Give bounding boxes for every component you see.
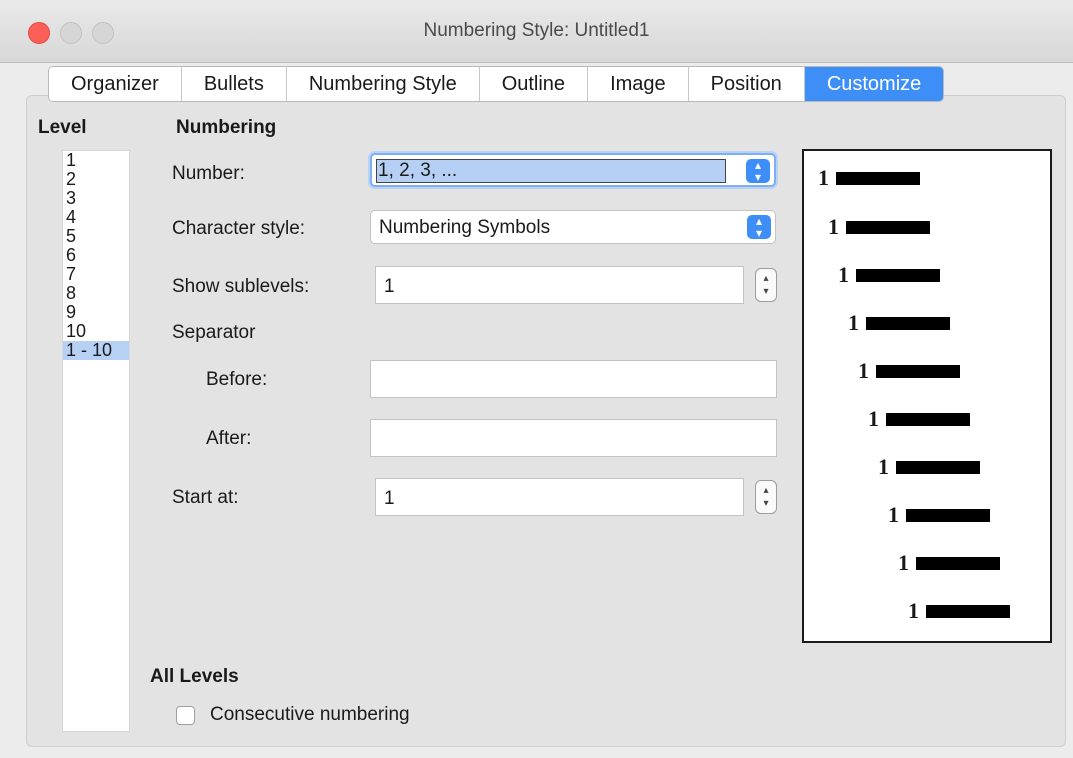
preview-bar xyxy=(836,172,920,185)
separator-label: Separator xyxy=(172,322,256,343)
character-style-value: Numbering Symbols xyxy=(379,217,551,238)
level-item[interactable]: 1 xyxy=(63,151,129,170)
tab-bar: Organizer Bullets Numbering Style Outlin… xyxy=(48,66,945,102)
preview-bar xyxy=(926,605,1010,618)
start-at-stepper-icon[interactable]: ▴ ▾ xyxy=(755,480,777,514)
preview-bar xyxy=(876,365,960,378)
preview-number: 1 xyxy=(878,454,889,479)
preview-bar xyxy=(886,413,970,426)
title-bar: Numbering Style: Untitled1 xyxy=(0,0,1073,63)
show-sublevels-stepper-icon[interactable]: ▴ ▾ xyxy=(755,268,777,302)
level-item[interactable]: 5 xyxy=(63,227,129,246)
level-item-selected[interactable]: 1 - 10 xyxy=(63,341,129,360)
chevron-up-down-icon: ▴ ▾ xyxy=(746,159,770,183)
preview-bar xyxy=(906,509,990,522)
preview-bar xyxy=(856,269,940,282)
level-item[interactable]: 2 xyxy=(63,170,129,189)
show-sublevels-label: Show sublevels: xyxy=(172,276,310,297)
preview-bar xyxy=(916,557,1000,570)
number-select[interactable]: 1, 2, 3, ... ▴ ▾ xyxy=(370,153,776,187)
window-title: Numbering Style: Untitled1 xyxy=(423,20,650,41)
preview-number: 1 xyxy=(848,310,859,335)
level-heading: Level xyxy=(38,117,87,138)
all-levels-heading: All Levels xyxy=(150,666,239,687)
show-sublevels-input[interactable]: 1 xyxy=(375,266,744,304)
character-style-select[interactable]: Numbering Symbols ▴ ▾ xyxy=(370,210,776,244)
number-label: Number: xyxy=(172,163,245,184)
level-item[interactable]: 7 xyxy=(63,265,129,284)
preview-number: 1 xyxy=(858,358,869,383)
tab-image[interactable]: Image xyxy=(588,67,689,101)
tab-position[interactable]: Position xyxy=(688,67,805,101)
preview-number: 1 xyxy=(828,214,839,239)
level-item[interactable]: 6 xyxy=(63,246,129,265)
preview-number: 1 xyxy=(868,406,879,431)
character-style-label: Character style: xyxy=(172,218,306,239)
level-item[interactable]: 4 xyxy=(63,208,129,227)
tab-customize[interactable]: Customize xyxy=(804,67,944,101)
preview-number: 1 xyxy=(838,262,849,287)
tab-outline[interactable]: Outline xyxy=(479,67,589,101)
number-select-value: 1, 2, 3, ... xyxy=(378,160,458,181)
tab-organizer[interactable]: Organizer xyxy=(49,67,182,101)
start-at-value: 1 xyxy=(384,488,395,509)
level-list[interactable]: 1 2 3 4 5 6 7 8 9 10 1 - 10 xyxy=(62,150,130,732)
preview-number: 1 xyxy=(908,598,919,623)
preview-number: 1 xyxy=(898,550,909,575)
preview-bar xyxy=(896,461,980,474)
level-item[interactable]: 3 xyxy=(63,189,129,208)
before-input[interactable] xyxy=(370,360,777,398)
after-label: After: xyxy=(206,428,252,449)
level-item[interactable]: 8 xyxy=(63,284,129,303)
after-input[interactable] xyxy=(370,419,777,457)
preview-number: 1 xyxy=(818,165,829,190)
before-label: Before: xyxy=(206,369,268,390)
start-at-input[interactable]: 1 xyxy=(375,478,744,516)
numbering-heading: Numbering xyxy=(176,117,277,138)
level-item[interactable]: 10 xyxy=(63,322,129,341)
tab-bullets[interactable]: Bullets xyxy=(181,67,287,101)
numbering-preview: 1 1 1 1 1 1 1 1 1 1 xyxy=(802,149,1052,643)
preview-number: 1 xyxy=(888,502,899,527)
consecutive-numbering-checkbox[interactable] xyxy=(176,706,195,725)
chevron-up-down-icon: ▴ ▾ xyxy=(747,215,771,239)
preview-bar xyxy=(866,317,950,330)
show-sublevels-value: 1 xyxy=(384,276,395,297)
preview-bar xyxy=(846,221,930,234)
consecutive-numbering-label[interactable]: Consecutive numbering xyxy=(210,704,410,726)
level-item[interactable]: 9 xyxy=(63,303,129,322)
start-at-label: Start at: xyxy=(172,487,239,508)
tab-numbering-style[interactable]: Numbering Style xyxy=(286,67,480,101)
